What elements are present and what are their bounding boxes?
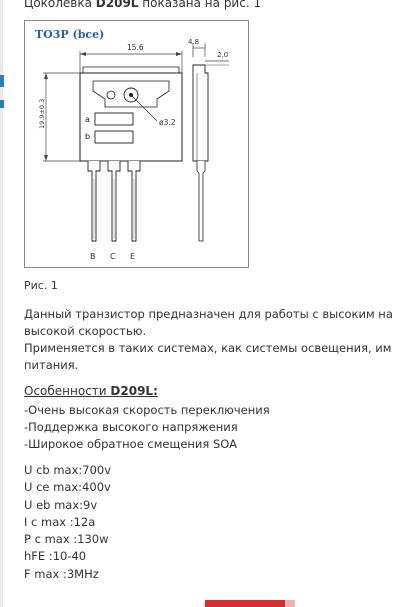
intro-suffix: показана на рис. 1: [138, 0, 262, 10]
feature-item-2: -Поддержка высокого напряжения: [24, 420, 238, 434]
pin-e-label: E: [130, 252, 135, 261]
pin-b-label: B: [90, 252, 96, 261]
feature-item-1: -Очень высокая скорость переключения: [24, 403, 270, 417]
figure-caption: Рис. 1: [24, 279, 58, 292]
description-line-3: Применяется в таких системах, как систем…: [24, 341, 392, 355]
description-line-2: высокой скоростью.: [24, 324, 147, 338]
bottom-red-bar-edge: [285, 600, 295, 607]
param-uce: U ce max:400v: [24, 480, 111, 495]
intro-line: Цоколевка D209L показана на рис. 1: [24, 0, 261, 10]
feature-item-3: -Широкое обратное смещения SOA: [24, 437, 237, 451]
dim-side-top: 4.8: [188, 38, 199, 46]
intro-prefix: Цоколевка: [24, 0, 96, 10]
param-ucb: U cb max:700v: [24, 463, 112, 477]
features-heading: Особенности D209L:: [24, 384, 158, 398]
marker-b: b: [85, 132, 90, 141]
transistor-drawing: TO3P (bce) 15.6 19.9±0.3 ø3.2 a b B C E …: [35, 28, 229, 261]
left-scroll-edge: [0, 0, 3, 607]
param-hfe: hFE :10-40: [24, 549, 87, 564]
package-label: TO3P (bce): [35, 28, 104, 41]
bottom-red-bar: [205, 600, 285, 607]
description-line-4: питания.: [24, 358, 79, 372]
pin-c-label: C: [110, 252, 116, 261]
features-model: D209L:: [110, 384, 158, 398]
parameters-list: U cb max:700v U ce max:400v U eb max:9v …: [24, 462, 111, 583]
dim-hole: ø3.2: [159, 118, 176, 127]
pinout-figure: TO3P (bce) 15.6 19.9±0.3 ø3.2 a b B C E …: [24, 20, 249, 268]
param-ic: I c max :12a: [24, 514, 96, 529]
dim-width: 15.6: [127, 43, 144, 52]
dim-side-tab: 2.0: [217, 51, 228, 59]
intro-model: D209L: [95, 0, 139, 10]
param-pc: P c max :130w: [24, 532, 109, 547]
dim-height: 19.9±0.3: [38, 99, 46, 129]
marker-a: a: [85, 115, 90, 124]
left-marker-1: [0, 75, 4, 87]
features-prefix: Особенности: [24, 384, 111, 398]
left-marker-2: [0, 100, 4, 108]
param-fmax: F max :3MHz: [24, 566, 99, 581]
param-ueb: U eb max:9v: [24, 497, 98, 512]
description-line-1: Данный транзистор предназначен для работ…: [24, 307, 393, 321]
